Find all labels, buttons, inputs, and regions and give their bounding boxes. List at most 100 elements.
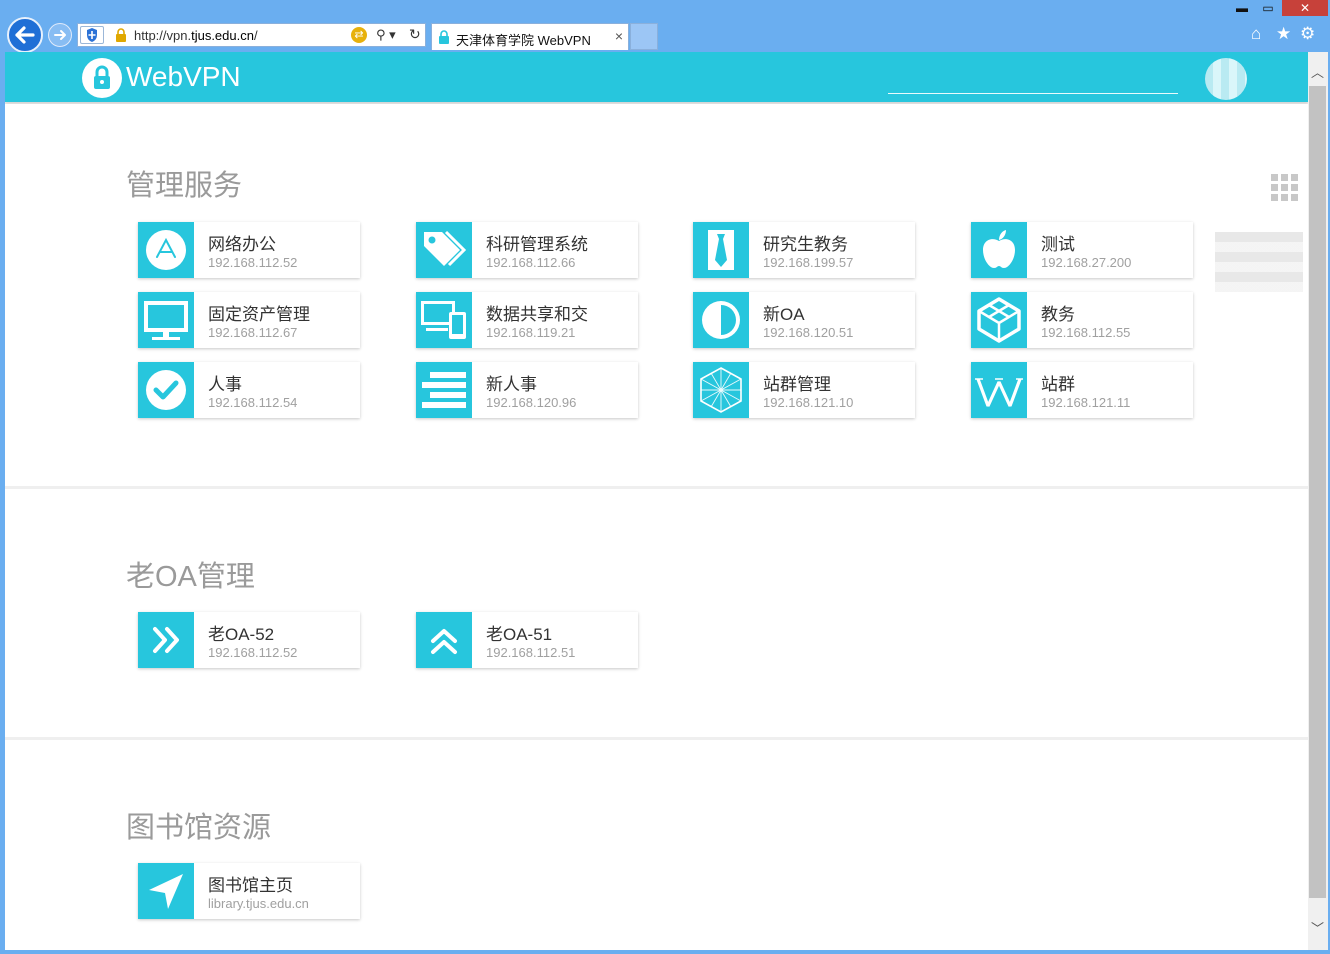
app-name: 科研管理系统 bbox=[486, 235, 588, 254]
lock-logo-icon[interactable] bbox=[82, 58, 122, 98]
section-old-oa: 老OA管理 老OA-52 192.168.112.52 老OA-51 192.1… bbox=[5, 489, 1308, 737]
app-name: 站群管理 bbox=[763, 375, 831, 394]
align-lines-icon bbox=[422, 372, 466, 408]
header-search-input[interactable] bbox=[888, 93, 1178, 94]
app-name: 新人事 bbox=[486, 375, 537, 394]
section-library: 图书馆资源 图书馆主页 library.tjus.edu.cn bbox=[5, 740, 1308, 950]
check-circle-icon bbox=[146, 370, 186, 410]
app-card[interactable]: 新OA 192.168.120.51 bbox=[693, 292, 915, 348]
app-name: 固定资产管理 bbox=[208, 305, 310, 324]
app-ip: 192.168.121.10 bbox=[763, 395, 854, 410]
back-button[interactable] bbox=[7, 17, 43, 53]
site-header: WebVPN bbox=[5, 52, 1308, 102]
app-ip: 192.168.120.51 bbox=[763, 325, 854, 340]
app-card[interactable]: 科研管理系统 192.168.112.66 bbox=[416, 222, 638, 278]
wikipedia-w-icon bbox=[975, 378, 1023, 407]
apple-icon bbox=[983, 230, 1015, 268]
url-text[interactable]: http://vpn.tjus.edu.cn/ bbox=[134, 28, 258, 43]
app-card[interactable]: 固定资产管理 192.168.112.67 bbox=[138, 292, 360, 348]
cube-icon bbox=[977, 297, 1021, 343]
app-ip: 192.168.112.67 bbox=[208, 325, 298, 340]
section-title: 管理服务 bbox=[126, 170, 243, 202]
app-card[interactable]: 网络办公 192.168.112.52 bbox=[138, 222, 360, 278]
app-card[interactable]: 站群管理 192.168.121.10 bbox=[693, 362, 915, 418]
app-name: 老OA-52 bbox=[208, 625, 275, 644]
new-tab-button[interactable] bbox=[630, 23, 658, 50]
app-ip: 192.168.119.21 bbox=[486, 325, 576, 340]
app-ip: 192.168.112.55 bbox=[1041, 325, 1131, 340]
section-management: 管理服务 网络办公 192.168.112.52 科研管理系统 192.168.… bbox=[5, 104, 1308, 486]
devices-icon bbox=[421, 301, 466, 339]
close-tab-icon[interactable]: × bbox=[615, 28, 623, 44]
browser-chrome: http://vpn.tjus.edu.cn/ ⇄ ⚲ ▾ ↻ 天津体育学院 W… bbox=[0, 0, 1330, 53]
app-ip: 192.168.120.96 bbox=[486, 395, 577, 410]
app-ip: 192.168.121.11 bbox=[1041, 395, 1131, 410]
app-name: 研究生教务 bbox=[763, 235, 848, 254]
app-name: 教务 bbox=[1041, 305, 1075, 324]
app-card[interactable]: 站群 192.168.121.11 bbox=[971, 362, 1193, 418]
app-ip: 192.168.112.52 bbox=[208, 645, 298, 660]
search-dropdown-icon[interactable]: ⚲ ▾ bbox=[376, 27, 396, 43]
double-chevron-up-icon bbox=[431, 629, 457, 654]
app-name: 网络办公 bbox=[208, 235, 276, 254]
apptype-a-icon bbox=[146, 230, 186, 270]
scroll-down-icon[interactable]: ﹀ bbox=[1311, 918, 1324, 937]
favorites-star-icon[interactable]: ★ bbox=[1276, 24, 1291, 44]
app-name: 测试 bbox=[1041, 235, 1075, 254]
app-name: 数据共享和交 bbox=[486, 305, 588, 324]
app-card[interactable]: 老OA-51 192.168.112.51 bbox=[416, 612, 638, 668]
double-chevron-right-icon bbox=[153, 627, 179, 653]
app-card[interactable]: 教务 192.168.112.55 bbox=[971, 292, 1193, 348]
forward-button[interactable] bbox=[48, 23, 72, 47]
app-name: 人事 bbox=[208, 375, 242, 394]
app-name: 图书馆主页 bbox=[208, 876, 293, 895]
app-card[interactable]: 图书馆主页 library.tjus.edu.cn bbox=[138, 863, 360, 919]
app-ip: 192.168.112.66 bbox=[486, 255, 576, 270]
scrollbar-thumb[interactable] bbox=[1309, 86, 1326, 898]
minimize-button[interactable]: ▬ bbox=[1231, 0, 1253, 16]
app-card[interactable]: 老OA-52 192.168.112.52 bbox=[138, 612, 360, 668]
close-window-button[interactable]: ✕ bbox=[1282, 0, 1328, 16]
app-card[interactable]: 研究生教务 192.168.199.57 bbox=[693, 222, 915, 278]
home-icon[interactable]: ⌂ bbox=[1251, 24, 1261, 44]
arrow-right-icon bbox=[54, 30, 66, 40]
monitor-icon bbox=[144, 301, 188, 340]
tags-icon bbox=[424, 230, 467, 267]
refresh-icon[interactable]: ↻ bbox=[409, 26, 421, 43]
app-ip: 192.168.27.200 bbox=[1041, 255, 1132, 270]
tie-icon bbox=[708, 230, 734, 270]
app-name: 新OA bbox=[763, 305, 805, 324]
app-name: 老OA-51 bbox=[486, 625, 553, 644]
section-title: 老OA管理 bbox=[126, 561, 255, 593]
lock-icon bbox=[116, 28, 126, 42]
app-ip: 192.168.112.54 bbox=[208, 395, 298, 410]
lock-icon bbox=[439, 30, 449, 44]
maximize-button[interactable]: ▭ bbox=[1257, 0, 1279, 16]
user-avatar[interactable] bbox=[1205, 58, 1247, 100]
tab-webvpn[interactable]: 天津体育学院 WebVPN × bbox=[431, 23, 629, 50]
logo-text[interactable]: WebVPN bbox=[126, 61, 241, 93]
gear-icon[interactable]: ⚙ bbox=[1300, 24, 1315, 44]
half-circle-icon bbox=[702, 301, 740, 339]
scroll-up-icon[interactable]: ︿ bbox=[1311, 62, 1324, 81]
location-arrow-icon bbox=[149, 874, 183, 909]
app-name: 站群 bbox=[1041, 375, 1075, 394]
page-viewport: WebVPN 管理服务 网络办公 192.168.112.52 科研管理系统 1… bbox=[5, 52, 1308, 950]
tab-title: 天津体育学院 WebVPN bbox=[456, 33, 591, 48]
app-card[interactable]: 新人事 192.168.120.96 bbox=[416, 362, 638, 418]
app-ip: 192.168.112.52 bbox=[208, 255, 298, 270]
app-ip: 192.168.112.51 bbox=[486, 645, 576, 660]
arrow-left-icon bbox=[15, 26, 35, 44]
vertical-scrollbar[interactable]: ︿ ﹀ bbox=[1308, 52, 1328, 950]
app-card[interactable]: 人事 192.168.112.54 bbox=[138, 362, 360, 418]
hexagon-mesh-icon bbox=[700, 367, 742, 413]
section-title: 图书馆资源 bbox=[126, 812, 272, 844]
app-ip: 192.168.199.57 bbox=[763, 255, 854, 270]
app-card[interactable]: 数据共享和交 192.168.119.21 bbox=[416, 292, 638, 348]
app-card[interactable]: 测试 192.168.27.200 bbox=[971, 222, 1193, 278]
app-grid-icon[interactable] bbox=[1271, 174, 1299, 202]
shield-icon[interactable] bbox=[80, 26, 104, 44]
blurred-user-panel bbox=[1215, 232, 1303, 292]
address-bar[interactable]: http://vpn.tjus.edu.cn/ ⇄ ⚲ ▾ ↻ bbox=[77, 23, 426, 47]
compatibility-view-icon[interactable]: ⇄ bbox=[351, 27, 367, 43]
